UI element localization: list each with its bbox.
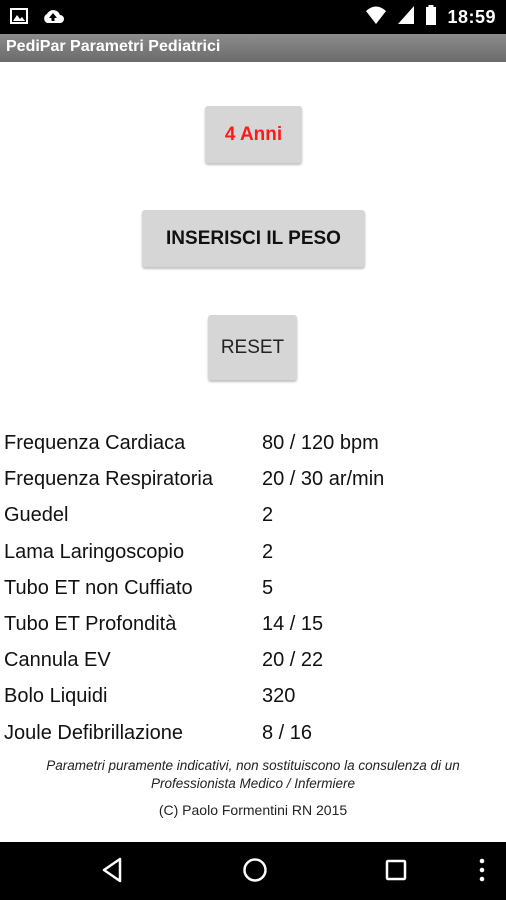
parameter-value: 8 / 16 — [262, 721, 313, 744]
parameter-label: Cannula EV — [4, 649, 111, 672]
parameter-label: Lama Laringoscopio — [4, 540, 185, 563]
app-title-bar: PediPar Parametri Pediatrici — [0, 34, 506, 62]
disclaimer-line: Parametri puramente indicativi, non sost… — [46, 758, 460, 773]
parameter-value: 2 — [262, 540, 274, 563]
parameter-row: Frequenza Cardiaca 80 / 120 bpm — [0, 428, 506, 464]
overflow-menu-icon[interactable] — [476, 856, 488, 889]
parameter-row: Cannula EV 20 / 22 — [0, 645, 506, 681]
recents-icon[interactable] — [384, 856, 408, 889]
app-title: PediPar Parametri Pediatrici — [6, 38, 221, 55]
wifi-icon — [365, 5, 387, 30]
parameter-value: 14 / 15 — [262, 612, 324, 635]
parameter-label: Frequenza Cardiaca — [4, 432, 186, 454]
parameter-label: Joule Defibrillazione — [4, 721, 183, 744]
insert-weight-button[interactable]: INSERISCI IL PESO — [142, 210, 365, 267]
age-button[interactable]: 4 Anni — [205, 106, 302, 163]
parameter-value: 20 / 30 ar/min — [262, 468, 385, 491]
parameter-row: Bolo Liquidi 320 — [0, 681, 506, 717]
parameter-row: Tubo ET non Cuffiato 5 — [0, 573, 506, 609]
parameter-label: Frequenza Respiratoria — [4, 468, 213, 491]
parameter-row: Lama Laringoscopio 2 — [0, 537, 506, 573]
back-icon[interactable] — [100, 856, 124, 889]
disclaimer-text: Parametri puramente indicativi, non sost… — [0, 757, 506, 793]
cloud-upload-icon — [42, 7, 64, 30]
home-icon[interactable] — [241, 856, 269, 889]
parameter-label: Tubo ET non Cuffiato — [4, 576, 193, 599]
signal-icon — [397, 5, 415, 30]
parameter-label: Tubo ET Profondità — [4, 612, 177, 635]
image-icon — [10, 7, 28, 30]
navigation-bar — [0, 842, 506, 900]
parameter-value: 2 — [262, 504, 274, 527]
parameter-label: Bolo Liquidi — [4, 685, 108, 708]
copyright-text: (C) Paolo Formentini RN 2015 — [158, 802, 348, 818]
battery-icon — [425, 5, 437, 30]
parameter-row: Guedel 2 — [0, 500, 506, 536]
parameter-row: Frequenza Respiratoria 20 / 30 ar/min — [0, 464, 506, 500]
reset-button[interactable]: RESET — [208, 315, 297, 380]
disclaimer-line: Professionista Medico / Infermiere — [150, 776, 356, 791]
status-bar: 18:59 — [0, 0, 506, 34]
parameter-row: Joule Defibrillazione 8 / 16 — [0, 718, 506, 754]
parameter-value: 20 / 22 — [262, 649, 324, 672]
parameter-value: 80 / 120 bpm — [262, 432, 379, 454]
clock: 18:59 — [447, 7, 496, 27]
parameters-list: Frequenza Cardiaca 80 / 120 bpm Frequenz… — [0, 428, 506, 754]
parameter-value: 5 — [262, 576, 274, 599]
parameter-label: Guedel — [4, 504, 69, 527]
parameter-value: 320 — [262, 685, 296, 708]
parameter-row: Tubo ET Profondità 14 / 15 — [0, 609, 506, 645]
